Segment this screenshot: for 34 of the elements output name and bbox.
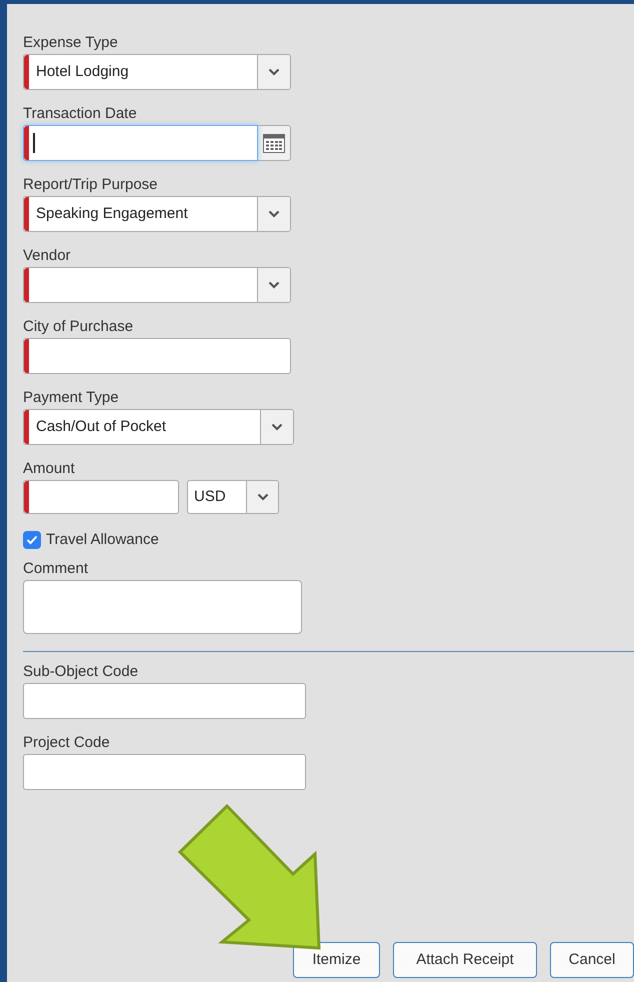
checkmark-icon — [26, 535, 38, 545]
chevron-down-icon — [256, 493, 268, 501]
date-field[interactable] — [23, 125, 258, 161]
field-label: Project Code — [23, 733, 111, 753]
comment-field[interactable] — [23, 580, 302, 634]
field-label: Amount — [23, 459, 76, 479]
checkbox[interactable] — [23, 531, 41, 549]
field-label: Comment — [23, 559, 90, 579]
input-field[interactable] — [23, 338, 291, 374]
field-label: Sub-Object Code — [23, 662, 140, 682]
input-field[interactable] — [23, 754, 306, 790]
input-field[interactable] — [23, 683, 306, 719]
select-field[interactable]: Cash/Out of Pocket — [23, 409, 294, 445]
chevron-down-icon — [271, 423, 283, 431]
field-label: Vendor — [23, 246, 72, 266]
calendar-button[interactable] — [258, 125, 291, 161]
field-label: Expense Type — [23, 33, 119, 53]
footer-button[interactable]: Cancel — [550, 942, 634, 978]
select-field[interactable] — [23, 267, 291, 303]
currency-select[interactable]: USD — [187, 480, 279, 514]
calendar-icon — [263, 134, 285, 152]
footer-button[interactable]: Itemize — [293, 942, 380, 978]
field-label: Payment Type — [23, 388, 120, 408]
select-field[interactable]: Hotel Lodging — [23, 54, 291, 90]
field-label: Report/Trip Purpose — [23, 175, 159, 195]
chevron-down-icon — [268, 68, 280, 76]
amount-field[interactable] — [23, 480, 179, 514]
chevron-down-icon — [268, 281, 280, 289]
select-field[interactable]: Speaking Engagement — [23, 196, 291, 232]
field-label: City of Purchase — [23, 317, 134, 337]
checkbox-label: Travel Allowance — [46, 530, 159, 550]
footer-button[interactable]: Attach Receipt — [393, 942, 537, 978]
field-label: Transaction Date — [23, 104, 138, 124]
chevron-down-icon — [268, 210, 280, 218]
